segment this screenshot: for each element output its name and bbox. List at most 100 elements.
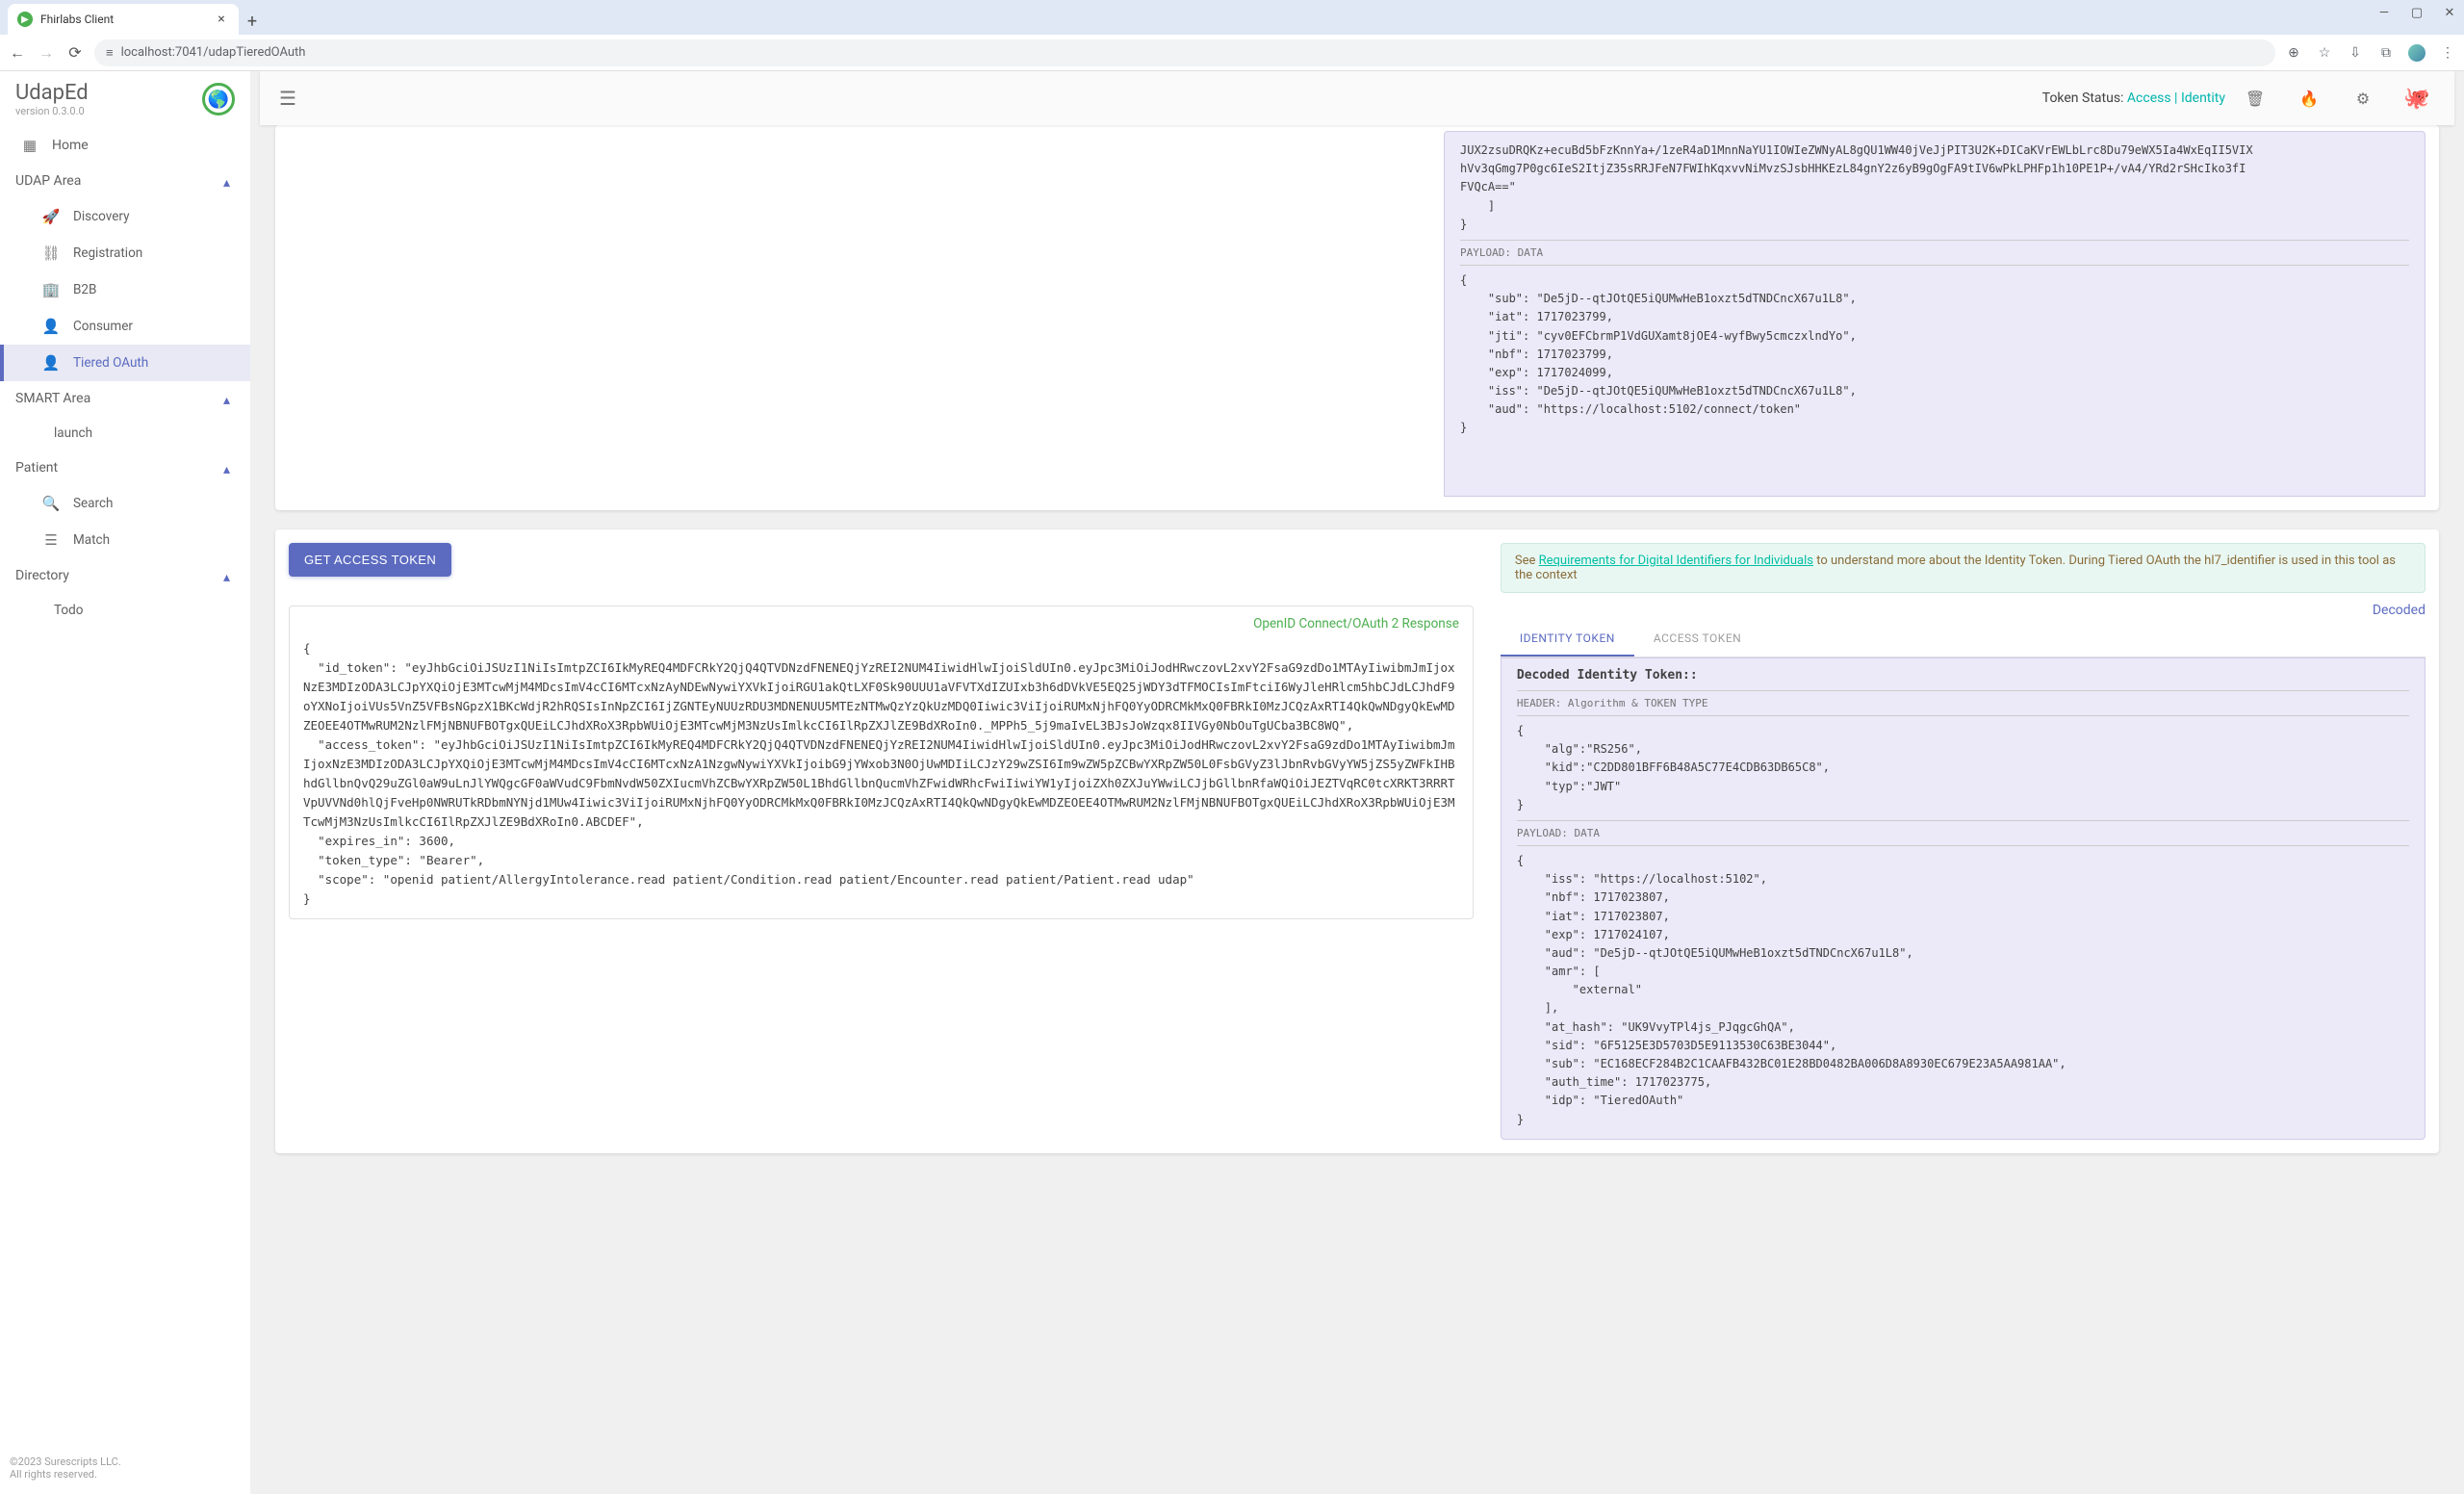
- sidebar-group-smart[interactable]: SMART Area ▴: [0, 381, 250, 416]
- divider: [1517, 715, 2409, 716]
- site-info-icon[interactable]: ≡: [106, 45, 114, 61]
- brand-logo-icon: 🌎: [202, 83, 235, 116]
- sidebar-item-b2b[interactable]: 🏢 B2B: [0, 271, 250, 308]
- sidebar-item-search[interactable]: 🔍 Search: [0, 485, 250, 522]
- downloads-icon[interactable]: ⇩: [2347, 44, 2364, 62]
- delete-token-icon[interactable]: 🗑: [2237, 80, 2273, 116]
- app-root: UdapEd version 0.3.0.0 🌎 ▦ Home UDAP Are…: [0, 71, 2464, 1494]
- hamburger-icon[interactable]: ☰: [279, 87, 296, 110]
- chevron-up-icon: ▴: [223, 462, 235, 474]
- zoom-icon[interactable]: ⊕: [2285, 44, 2302, 62]
- brand-row: UdapEd version 0.3.0.0 🌎: [0, 71, 250, 127]
- tab-identity-token[interactable]: IDENTITY TOKEN: [1501, 622, 1634, 657]
- address-bar[interactable]: ≡ localhost:7041/udapTieredOAuth: [94, 39, 2275, 66]
- minimize-icon[interactable]: —: [2377, 6, 2391, 19]
- decoded-panel-top: JUX2zsuDRQKz+ecuBd5bFzKnnYa+/1zeR4aD1Mnn…: [1444, 131, 2426, 497]
- payload-json-bottom: { "iss": "https://localhost:5102", "nbf"…: [1517, 852, 2409, 1129]
- sidebar-item-label: Registration: [73, 245, 142, 261]
- sidebar-item-match[interactable]: ☰ Match: [0, 522, 250, 558]
- new-tab-button[interactable]: +: [239, 8, 266, 35]
- sidebar-group-label: UDAP Area: [15, 173, 81, 189]
- chevron-up-icon: ▴: [223, 570, 235, 581]
- header-section-label: HEADER: Algorithm & TOKEN TYPE: [1517, 697, 2409, 709]
- browser-right-icons: ⊕ ☆ ⇩ ⧉ ⋮: [2285, 44, 2456, 62]
- payload-label: PAYLOAD: DATA: [1460, 246, 2409, 259]
- sidebar-group-label: Patient: [15, 460, 58, 476]
- forward-icon[interactable]: →: [37, 43, 56, 63]
- match-icon: ☰: [42, 531, 60, 549]
- udap-logo-icon[interactable]: ⚙: [2345, 80, 2381, 116]
- info-alert: See Requirements for Digital Identifiers…: [1501, 543, 2426, 593]
- search-icon: 🔍: [42, 495, 60, 512]
- reload-icon[interactable]: ⟳: [65, 43, 85, 63]
- header-json: { "alg":"RS256", "kid":"C2DD801BFF6B48A5…: [1517, 722, 2409, 814]
- bottom-card: GET ACCESS TOKEN OpenID Connect/OAuth 2 …: [275, 529, 2439, 1153]
- rocket-icon: 🚀: [42, 208, 60, 225]
- brand-version: version 0.3.0.0: [15, 105, 89, 117]
- browser-tab[interactable]: ▶ Fhirlabs Client ×: [8, 4, 239, 35]
- sidebar-item-discovery[interactable]: 🚀 Discovery: [0, 198, 250, 235]
- sidebar-item-label: Search: [73, 496, 113, 511]
- url-text: localhost:7041/udapTieredOAuth: [121, 45, 2264, 60]
- bookmark-icon[interactable]: ☆: [2316, 44, 2333, 62]
- sidebar-item-label: Discovery: [73, 209, 129, 224]
- token-status: Token Status: Access | Identity: [2042, 90, 2225, 106]
- decoded-panel-bottom: Decoded Identity Token:: HEADER: Algorit…: [1501, 657, 2426, 1140]
- extensions-icon[interactable]: ⧉: [2377, 44, 2395, 62]
- sidebar-item-label: Todo: [54, 603, 83, 618]
- sidebar-item-todo[interactable]: Todo: [0, 593, 250, 628]
- sidebar-item-launch[interactable]: launch: [0, 416, 250, 451]
- signature-fragment: JUX2zsuDRQKz+ecuBd5bFzKnnYa+/1zeR4aD1Mnn…: [1460, 142, 2409, 234]
- person-icon: 👤: [42, 354, 60, 372]
- divider: [1460, 240, 2409, 241]
- brand-name: UdapEd: [15, 81, 89, 105]
- oauth-response-title: OpenID Connect/OAuth 2 Response: [303, 616, 1459, 631]
- sidebar-item-label: B2B: [73, 282, 96, 297]
- sidebar-group-udap[interactable]: UDAP Area ▴: [0, 164, 250, 198]
- tab-title: Fhirlabs Client: [40, 13, 206, 26]
- chevron-up-icon: ▴: [223, 393, 235, 404]
- oauth-response-json: { "id_token": "eyJhbGciOiJSUzI1NiIsImtpZ…: [303, 639, 1459, 909]
- get-access-token-button[interactable]: GET ACCESS TOKEN: [289, 543, 451, 577]
- sidebar-group-patient[interactable]: Patient ▴: [0, 451, 250, 485]
- github-icon[interactable]: 🐙: [2399, 80, 2435, 116]
- business-icon: 🏢: [42, 281, 60, 298]
- back-icon[interactable]: ←: [8, 43, 27, 63]
- tab-close-icon[interactable]: ×: [214, 12, 229, 27]
- person-icon: 👤: [42, 318, 60, 335]
- sidebar-item-consumer[interactable]: 👤 Consumer: [0, 308, 250, 345]
- decoded-tabs: IDENTITY TOKEN ACCESS TOKEN: [1501, 622, 2426, 657]
- copyright-line2: All rights reserved.: [10, 1468, 241, 1481]
- divider: [1460, 265, 2409, 266]
- tab-favicon-icon: ▶: [17, 12, 33, 27]
- sidebar-group-label: Directory: [15, 568, 69, 583]
- sidebar-item-label: Home: [52, 138, 89, 153]
- sidebar-item-label: Match: [73, 532, 110, 548]
- maximize-icon[interactable]: ▢: [2410, 6, 2424, 19]
- alert-link[interactable]: Requirements for Digital Identifiers for…: [1539, 554, 1813, 568]
- close-window-icon[interactable]: ✕: [2443, 6, 2456, 19]
- sidebar-group-directory[interactable]: Directory ▴: [0, 558, 250, 593]
- sidebar-group-label: SMART Area: [15, 391, 90, 406]
- sidebar-item-registration[interactable]: ⛓ Registration: [0, 235, 250, 271]
- sidebar-item-tiered-oauth[interactable]: 👤 Tiered OAuth: [0, 345, 250, 381]
- payload-json-top: { "sub": "De5jD--qtJOtQE5iQUMwHeB1oxzt5d…: [1460, 271, 2409, 438]
- sidebar-item-home[interactable]: ▦ Home: [0, 127, 250, 164]
- window-controls: — ▢ ✕: [2377, 6, 2456, 19]
- dynamic-icon: ⛓: [42, 245, 60, 262]
- card-area: JUX2zsuDRQKz+ecuBd5bFzKnnYa+/1zeR4aD1Mnn…: [260, 125, 2454, 1192]
- chevron-up-icon: ▴: [223, 175, 235, 187]
- bottom-right: See Requirements for Digital Identifiers…: [1487, 529, 2439, 1153]
- dashboard-icon: ▦: [21, 137, 38, 154]
- fhir-flame-icon[interactable]: 🔥: [2291, 80, 2327, 116]
- main-content: ☰ Token Status: Access | Identity 🗑 🔥 ⚙ …: [250, 71, 2464, 1494]
- decoded-title: Decoded Identity Token::: [1517, 668, 2409, 683]
- token-status-label: Token Status:: [2042, 90, 2127, 106]
- tab-access-token[interactable]: ACCESS TOKEN: [1634, 622, 1760, 657]
- appbar-icons: 🗑 🔥 ⚙ 🐙: [2237, 80, 2435, 116]
- copyright-line1: ©2023 Surescripts LLC.: [10, 1455, 241, 1468]
- menu-icon[interactable]: ⋮: [2439, 44, 2456, 62]
- sidebar: UdapEd version 0.3.0.0 🌎 ▦ Home UDAP Are…: [0, 71, 250, 1494]
- payload-section-label: PAYLOAD: DATA: [1517, 827, 2409, 839]
- profile-avatar-icon[interactable]: [2408, 44, 2426, 62]
